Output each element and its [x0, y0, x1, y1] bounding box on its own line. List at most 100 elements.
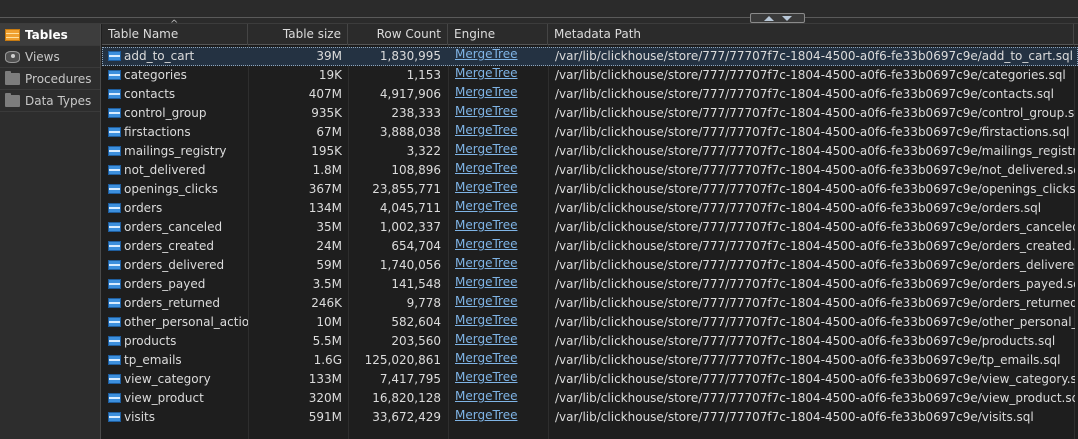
engine-link[interactable]: MergeTree: [455, 66, 545, 85]
table-row[interactable]: view_product 320M 16,820,128 MergeTree/var/…: [102, 389, 1078, 408]
table-size-cell: 134M: [308, 201, 342, 215]
engine-link[interactable]: MergeTree: [455, 142, 545, 161]
table-name-cell: visits: [106, 408, 248, 427]
metadata-path-cell: /var/lib/clickhouse/store/777/77707f7c-1…: [555, 277, 1075, 291]
table-row[interactable]: contacts 407M 4,917,906 MergeTree/var/lib/c…: [102, 85, 1078, 104]
table-icon: [108, 393, 121, 403]
sidebar-item-label: Views: [25, 49, 60, 64]
column-header-table-name[interactable]: Table Name ^: [102, 20, 248, 45]
table-icon: [108, 108, 121, 118]
engine-link[interactable]: MergeTree: [455, 180, 545, 199]
table-row[interactable]: view_category 133M 7,417,795 MergeTree/var/…: [102, 370, 1078, 389]
table-size-cell: 19K: [318, 68, 342, 82]
engine-link[interactable]: MergeTree: [455, 294, 545, 313]
engine-link[interactable]: MergeTree: [455, 389, 545, 408]
table-name-text: not_delivered: [124, 163, 206, 177]
row-count-cell: 4,917,906: [379, 87, 441, 101]
table-row[interactable]: firstactions 67M 3,888,038 MergeTree/var/li…: [102, 123, 1078, 142]
table-icon: [108, 279, 121, 289]
engine-link[interactable]: MergeTree: [455, 161, 545, 180]
table-name-cell: not_delivered: [106, 161, 248, 180]
sidebar-item-data-types[interactable]: Data Types: [0, 90, 100, 112]
table-icon: [108, 241, 121, 251]
grid-header: Table Name ^ Table size Row Count Engine…: [102, 20, 1078, 45]
table-name-cell: orders_canceled: [106, 218, 248, 237]
metadata-path-cell: /var/lib/clickhouse/store/777/77707f7c-1…: [555, 334, 1056, 348]
column-header-table-size[interactable]: Table size: [248, 24, 348, 45]
column-header-metadata-path[interactable]: Metadata Path: [548, 24, 1074, 45]
table-row[interactable]: tp_emails 1.6G 125,020,861 MergeTree/var/li…: [102, 351, 1078, 370]
row-count-cell: 16,820,128: [372, 391, 441, 405]
sidebar-item-tables[interactable]: Tables: [0, 24, 100, 46]
table-name-cell: view_category: [106, 370, 248, 389]
sidebar-item-views[interactable]: Views: [0, 46, 100, 68]
table-row[interactable]: products 5.5M 203,560 MergeTree/var/lib/cli…: [102, 332, 1078, 351]
table-name-text: products: [124, 334, 177, 348]
collapse-up-icon[interactable]: [763, 15, 774, 21]
table-name-cell: add_to_cart: [106, 47, 248, 66]
engine-link[interactable]: MergeTree: [455, 408, 545, 427]
engine-link[interactable]: MergeTree: [455, 123, 545, 142]
engine-link[interactable]: MergeTree: [455, 313, 545, 332]
table-name-text: orders_payed: [124, 277, 206, 291]
table-size-cell: 59M: [316, 258, 342, 272]
row-count-cell: 108,896: [391, 163, 441, 177]
table-name-text: orders_canceled: [124, 220, 223, 234]
table-row[interactable]: other_personal_actions 10M 582,604 MergeTre…: [102, 313, 1078, 332]
metadata-path-cell: /var/lib/clickhouse/store/777/77707f7c-1…: [555, 49, 1073, 63]
table-row[interactable]: visits 591M 33,672,429 MergeTree/var/lib/cl…: [102, 408, 1078, 427]
table-row[interactable]: orders_canceled 35M 1,002,337 MergeTree/var…: [102, 218, 1078, 237]
panel-splitter[interactable]: [0, 17, 1078, 18]
table-icon: [108, 203, 121, 213]
engine-link[interactable]: MergeTree: [455, 275, 545, 294]
table-row[interactable]: not_delivered 1.8M 108,896 MergeTree/var/li…: [102, 161, 1078, 180]
engine-link[interactable]: MergeTree: [455, 104, 545, 123]
engine-link[interactable]: MergeTree: [455, 47, 545, 66]
table-size-cell: 195K: [311, 144, 342, 158]
metadata-path-cell: /var/lib/clickhouse/store/777/77707f7c-1…: [555, 87, 1054, 101]
table-name-text: orders_created: [124, 239, 214, 253]
table-row[interactable]: openings_clicks 367M 23,855,771 MergeTree/v…: [102, 180, 1078, 199]
sidebar-item-procedures[interactable]: Procedures: [0, 68, 100, 90]
row-count-cell: 3,888,038: [379, 125, 441, 139]
column-header-label: Metadata Path: [554, 27, 641, 41]
table-row[interactable]: add_to_cart 39M 1,830,995 MergeTree/var/lib…: [102, 47, 1078, 66]
table-size-cell: 24M: [316, 239, 342, 253]
engine-link[interactable]: MergeTree: [455, 256, 545, 275]
table-name-text: view_product: [124, 391, 204, 405]
table-icon: [108, 165, 121, 175]
table-icon: [108, 412, 121, 422]
table-row[interactable]: orders_delivered 59M 1,740,056 MergeTree/va…: [102, 256, 1078, 275]
table-row[interactable]: control_group 935K 238,333 MergeTree/var/li…: [102, 104, 1078, 123]
table-row[interactable]: orders_returned 246K 9,778 MergeTree/var/li…: [102, 294, 1078, 313]
engine-link[interactable]: MergeTree: [455, 199, 545, 218]
table-name-cell: products: [106, 332, 248, 351]
column-header-row-count[interactable]: Row Count: [348, 24, 448, 45]
expand-down-icon[interactable]: [781, 15, 792, 21]
table-row[interactable]: categories 19K 1,153 MergeTree/var/lib/clic…: [102, 66, 1078, 85]
table-name-cell: categories: [106, 66, 248, 85]
engine-link[interactable]: MergeTree: [455, 332, 545, 351]
table-row[interactable]: orders_created 24M 654,704 MergeTree/var/li…: [102, 237, 1078, 256]
row-count-cell: 33,672,429: [372, 410, 441, 424]
column-header-engine[interactable]: Engine: [448, 24, 548, 45]
table-icon: [108, 260, 121, 270]
table-row[interactable]: orders_payed 3.5M 141,548 MergeTree/var/lib…: [102, 275, 1078, 294]
engine-link[interactable]: MergeTree: [455, 218, 545, 237]
engine-link[interactable]: MergeTree: [455, 85, 545, 104]
engine-link[interactable]: MergeTree: [455, 370, 545, 389]
table-icon: [108, 317, 121, 327]
table-name-cell: firstactions: [106, 123, 248, 142]
engine-link[interactable]: MergeTree: [455, 351, 545, 370]
table-name-text: orders_delivered: [124, 258, 225, 272]
metadata-path-cell: /var/lib/clickhouse/store/777/77707f7c-1…: [555, 410, 1034, 424]
table-row[interactable]: mailings_registry 195K 3,322 MergeTree/var/…: [102, 142, 1078, 161]
table-size-cell: 10M: [316, 315, 342, 329]
panel-collapse-handle[interactable]: [750, 13, 805, 23]
engine-link[interactable]: MergeTree: [455, 237, 545, 256]
table-name-cell: openings_clicks: [106, 180, 248, 199]
table-row[interactable]: orders 134M 4,045,711 MergeTree/var/lib/cli…: [102, 199, 1078, 218]
table-name-cell: mailings_registry: [106, 142, 248, 161]
row-count-cell: 654,704: [391, 239, 441, 253]
table-name-cell: contacts: [106, 85, 248, 104]
